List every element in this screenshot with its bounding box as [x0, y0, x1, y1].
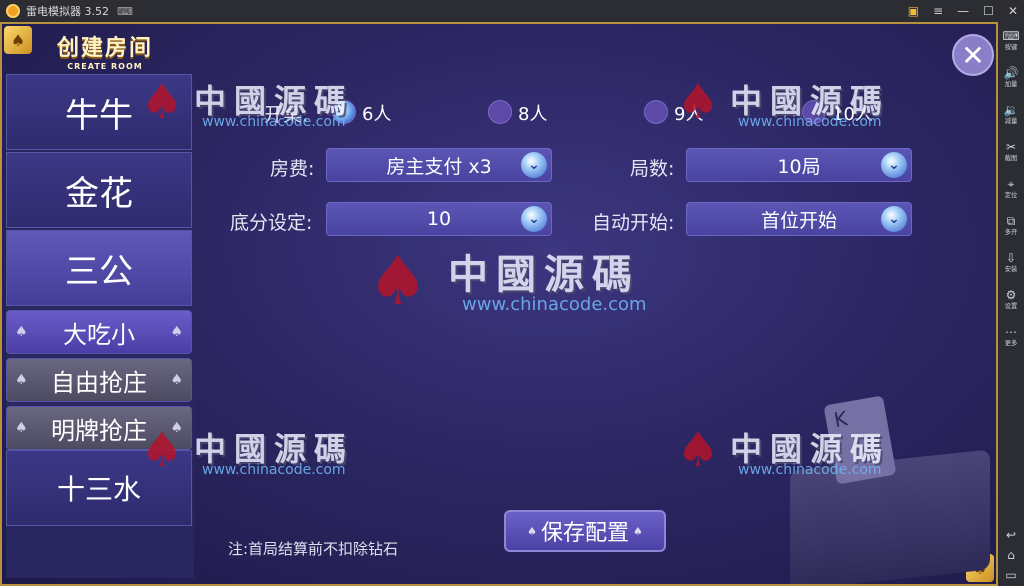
radio-6-players-label: 6人 [362, 104, 392, 125]
chevron-down-icon: ⌄ [881, 206, 907, 232]
fee-select[interactable]: 房主支付 x3 ⌄ [326, 148, 552, 182]
toolbar-settings[interactable]: ⚙ 设置 [998, 281, 1024, 318]
tab-dachixiao[interactable]: ♠ 大吃小 ♠ [6, 310, 192, 354]
home-icon[interactable]: ⌂ [1007, 548, 1015, 562]
base-score-select[interactable]: 10 ⌄ [326, 202, 552, 236]
tab-niuniu[interactable]: 牛牛 [6, 74, 192, 150]
watermark-logo-icon: ♠ [676, 422, 720, 478]
diamond-note: 注:首局结算前不扣除钻石 [228, 540, 399, 558]
more-icon: ⋯ [1005, 324, 1017, 339]
gear-icon: ⚙ [1005, 287, 1017, 302]
radio-10-players-label: 10人 [832, 104, 873, 125]
tab-open-bank[interactable]: ♠ 明牌抢庄 ♠ [6, 406, 192, 450]
scissors-icon: ✂ [1005, 139, 1017, 154]
menu-icon[interactable]: ≡ [933, 4, 943, 18]
install-icon: ⇩ [1005, 250, 1017, 265]
radio-6-players[interactable] [332, 100, 356, 124]
toolbar-volume-up[interactable]: 🔊 加量 [998, 59, 1024, 96]
location-icon: ⌖ [1007, 176, 1015, 191]
watermark-logo-icon: ♠ [367, 242, 429, 321]
close-icon: ✕ [961, 38, 985, 72]
spade-icon: ♠ [527, 524, 537, 538]
radio-9-players-label: 9人 [674, 104, 704, 125]
spade-icon: ♠ [15, 420, 28, 436]
fee-label: 房费: [270, 158, 315, 180]
radio-8-players[interactable] [488, 100, 512, 124]
app-logo-icon [6, 4, 20, 18]
chevron-down-icon: ⌄ [521, 206, 547, 232]
sidebar-title: 创建房间 CREATE ROOM [56, 36, 153, 71]
tab-shisanshui[interactable]: 十三水 [6, 450, 192, 526]
card-box-decoration: K [790, 395, 990, 584]
minimize-icon[interactable]: — [957, 4, 969, 18]
spade-icon: ♠ [633, 524, 643, 538]
window-close-icon[interactable]: ✕ [1008, 4, 1018, 18]
window-title: 雷电模拟器 3.52 [26, 5, 109, 18]
keyboard-icon: ⌨ [1002, 28, 1020, 43]
gift-icon[interactable]: ▣ [908, 4, 919, 18]
autostart-label: 自动开始: [592, 212, 675, 234]
emulator-title-bar: 雷电模拟器 3.52 ⌨ ▣ ≡ — ☐ ✕ [0, 0, 1024, 22]
toolbar-install[interactable]: ⇩ 安装 [998, 244, 1024, 281]
autostart-select[interactable]: 首位开始 ⌄ [686, 202, 912, 236]
toolbar-keyboard[interactable]: ⌨ 按键 [998, 22, 1024, 59]
playing-card-k: K [823, 395, 897, 485]
close-button[interactable]: ✕ [952, 34, 994, 76]
toolbar-volume-down[interactable]: 🔉 减量 [998, 96, 1024, 133]
tab-jinhua[interactable]: 金花 [6, 152, 192, 228]
game-screen: ♠ ♠ 创建房间 CREATE ROOM 牛牛 金花 三公 ♠大吃小♠ ♠自由抢… [0, 22, 998, 586]
rounds-select[interactable]: 10局 ⌄ [686, 148, 912, 182]
spade-icon: ♠ [15, 324, 28, 340]
multi-window-icon: ⧉ [1006, 213, 1016, 228]
spade-icon: ♠ [170, 420, 183, 436]
spade-icon: ♠ [170, 372, 183, 388]
radio-10-players[interactable] [802, 100, 826, 124]
emulator-toolbar: ⌨ 按键 🔊 加量 🔉 减量 ✂ 截图 ⌖ 定位 ⧉ 多开 ⇩ 安装 ⚙ 设置 ⋯ 更多 ↩ ⌂ … [998, 22, 1024, 586]
chevron-down-icon: ⌄ [881, 152, 907, 178]
volume-up-icon: 🔊 [1003, 65, 1019, 80]
radio-9-players[interactable] [644, 100, 668, 124]
watermark: ♠ 中國源碼 www.chinacode.com [358, 242, 678, 322]
base-score-label: 底分设定: [230, 212, 313, 234]
spade-icon: ♠ [170, 324, 183, 340]
tab-free-bank[interactable]: ♠ 自由抢庄 ♠ [6, 358, 192, 402]
save-config-button[interactable]: ♠ 保存配置 ♠ [504, 510, 666, 552]
table-size-label: 开桌: [264, 104, 309, 126]
recent-apps-icon[interactable]: ▭ [1005, 568, 1016, 582]
radio-8-players-label: 8人 [518, 104, 548, 125]
watermark: ♠ 中國源碼 www.chinacode.com [672, 76, 912, 136]
rounds-label: 局数: [630, 158, 675, 180]
toolbar-screenshot[interactable]: ✂ 截图 [998, 133, 1024, 170]
chevron-down-icon: ⌄ [521, 152, 547, 178]
volume-down-icon: 🔉 [1003, 102, 1019, 117]
toolbar-location[interactable]: ⌖ 定位 [998, 170, 1024, 207]
toolbar-more[interactable]: ⋯ 更多 [998, 318, 1024, 355]
spade-icon: ♠ [15, 372, 28, 388]
corner-spade-icon: ♠ [4, 26, 32, 54]
maximize-icon[interactable]: ☐ [983, 4, 994, 18]
back-icon[interactable]: ↩ [1006, 528, 1016, 542]
tab-sangong[interactable]: 三公 [6, 230, 192, 306]
toolbar-multi[interactable]: ⧉ 多开 [998, 207, 1024, 244]
gamepad-icon[interactable]: ⌨ [117, 5, 133, 18]
